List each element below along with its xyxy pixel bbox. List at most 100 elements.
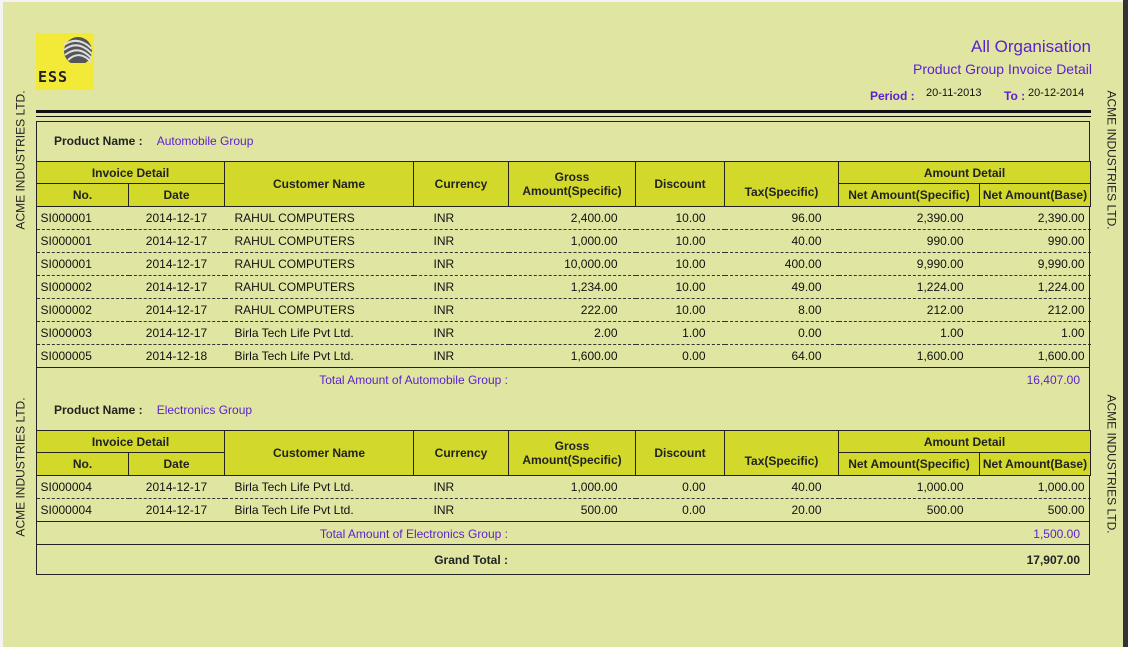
cell-net-base: 990.00 (979, 229, 1091, 253)
cell-gross: 222.00 (508, 298, 636, 322)
col-date: Date (128, 183, 225, 207)
invoice-table: Invoice Detail Customer Name Currency Gr… (36, 161, 1091, 367)
cell-discount: 0.00 (682, 503, 706, 517)
col-net-specific: Net Amount(Specific) (838, 183, 980, 207)
cell-net-specific: 1.00 (838, 321, 980, 345)
cell-tax: 49.00 (724, 275, 839, 299)
cell-net-specific: 9,990.00 (838, 252, 980, 276)
cell-gross: 1,000.00 (508, 229, 636, 253)
col-invoice-detail: Invoice Detail (36, 430, 225, 453)
cell-tax: 0.00 (724, 321, 839, 345)
col-customer-name: Customer Name (224, 161, 414, 207)
side-watermark-right-bottom: ACME INDUSTRIES LTD. (1104, 394, 1119, 534)
report-title: Product Group Invoice Detail (913, 61, 1092, 77)
cell-net-base: 1.00 (979, 321, 1091, 345)
cell-currency: INR (413, 206, 509, 230)
cell-currency: INR (413, 252, 509, 276)
cell-net-base: 1,000.00 (979, 475, 1091, 499)
col-tax: Tax(Specific) (724, 430, 839, 476)
invoice-table: Invoice Detail Customer Name Currency Gr… (36, 430, 1091, 521)
cell-customer: Birla Tech Life Pvt Ltd. (234, 503, 354, 517)
cell-customer: Birla Tech Life Pvt Ltd. (224, 321, 414, 345)
cell-discount: 0.00 (682, 349, 706, 363)
cell-net-base: 1,600.00 (1037, 349, 1085, 363)
cell-no: SI000003 (36, 321, 129, 345)
page-edge-top (0, 0, 1128, 2)
col-gross-amount: Gross Amount(Specific) (508, 430, 636, 476)
period-to-label: To : (1004, 89, 1026, 103)
cell-tax: 40.00 (724, 475, 839, 499)
cell-customer: RAHUL COMPUTERS (224, 298, 414, 322)
cell-tax: 20.00 (791, 503, 822, 517)
table-row: SI000003 2014-12-17 Birla Tech Life Pvt … (36, 321, 1091, 345)
col-net-base: Net Amount(Base) (979, 183, 1091, 207)
header-rule-thick (36, 110, 1091, 113)
cell-currency: INR (433, 503, 455, 517)
cell-customer: RAHUL COMPUTERS (224, 206, 414, 230)
cell-net-specific: 990.00 (838, 229, 980, 253)
col-tax: Tax(Specific) (724, 161, 839, 207)
cell-gross: 2,400.00 (508, 206, 636, 230)
cell-tax: 96.00 (724, 206, 839, 230)
table-row: SI000001 2014-12-17 RAHUL COMPUTERS INR … (36, 206, 1091, 230)
grand-total-label: Grand Total : (434, 553, 508, 567)
col-currency: Currency (413, 161, 509, 207)
cell-date: 2014-12-17 (145, 503, 208, 517)
col-net-base: Net Amount(Base) (979, 452, 1091, 476)
cell-no: SI000002 (36, 275, 129, 299)
organisation-title: All Organisation (970, 37, 1091, 56)
cell-net-specific: 1,600.00 (916, 349, 964, 363)
cell-date: 2014-12-17 (128, 298, 225, 322)
table-row: SI000004 2014-12-17 Birla Tech Life Pvt … (36, 475, 1091, 499)
cell-net-specific: 1,224.00 (838, 275, 980, 299)
cell-gross: 500.00 (580, 503, 618, 517)
cell-discount: 10.00 (635, 229, 725, 253)
col-no: No. (36, 452, 129, 476)
period-label: Period : (870, 89, 915, 103)
table-row: SI000002 2014-12-17 RAHUL COMPUTERS INR … (36, 275, 1091, 299)
cell-date: 2014-12-17 (128, 321, 225, 345)
cell-gross: 1,000.00 (508, 475, 636, 499)
cell-net-specific: 2,390.00 (838, 206, 980, 230)
cell-net-specific: 212.00 (838, 298, 980, 322)
cell-net-base: 212.00 (979, 298, 1091, 322)
col-date: Date (128, 452, 225, 476)
cell-currency: INR (413, 275, 509, 299)
cell-no: SI000001 (36, 229, 129, 253)
cell-tax: 40.00 (724, 229, 839, 253)
logo-lettering: ESS (38, 68, 69, 86)
side-watermark-left-bottom: ACME INDUSTRIES LTD. (13, 397, 28, 537)
cell-tax: 400.00 (724, 252, 839, 276)
table-row: SI000004 2014-12-17 Birla Tech Life Pvt … (37, 499, 1091, 522)
cell-customer: RAHUL COMPUTERS (224, 275, 414, 299)
cell-net-specific: 500.00 (926, 503, 964, 517)
group-total-value: 16,407.00 (1026, 373, 1080, 387)
col-amount-detail: Amount Detail (838, 430, 1091, 453)
col-customer-name: Customer Name (224, 430, 414, 476)
col-invoice-detail: Invoice Detail (36, 161, 225, 184)
side-watermark-left-top: ACME INDUSTRIES LTD. (13, 90, 28, 230)
cell-discount: 10.00 (635, 275, 725, 299)
cell-currency: INR (413, 298, 509, 322)
cell-customer: Birla Tech Life Pvt Ltd. (234, 349, 354, 363)
period-to-date: 20-12-2014 (1028, 87, 1085, 99)
cell-date: 2014-12-18 (145, 349, 208, 363)
side-watermark-right-top: ACME INDUSTRIES LTD. (1104, 90, 1119, 230)
cell-discount: 10.00 (635, 252, 725, 276)
cell-discount: 10.00 (635, 298, 725, 322)
cell-date: 2014-12-17 (128, 229, 225, 253)
group-total-label: Total Amount of Automobile Group : (319, 373, 508, 387)
group-total-value: 1,500.00 (1033, 527, 1080, 541)
cell-no: SI000005 (40, 349, 92, 363)
col-gross-amount: Gross Amount(Specific) (508, 161, 636, 207)
cell-customer: RAHUL COMPUTERS (224, 229, 414, 253)
table-row: SI000002 2014-12-17 RAHUL COMPUTERS INR … (36, 298, 1091, 322)
cell-date: 2014-12-17 (128, 475, 225, 499)
company-logo: ESS (36, 33, 94, 90)
grand-total: Grand Total : 17,907.00 (36, 544, 1090, 576)
cell-no: SI000001 (36, 252, 129, 276)
cell-gross: 1,234.00 (508, 275, 636, 299)
cell-net-base: 9,990.00 (979, 252, 1091, 276)
cell-date: 2014-12-17 (128, 252, 225, 276)
group-total-automobile: Total Amount of Automobile Group : 16,40… (36, 367, 1090, 391)
